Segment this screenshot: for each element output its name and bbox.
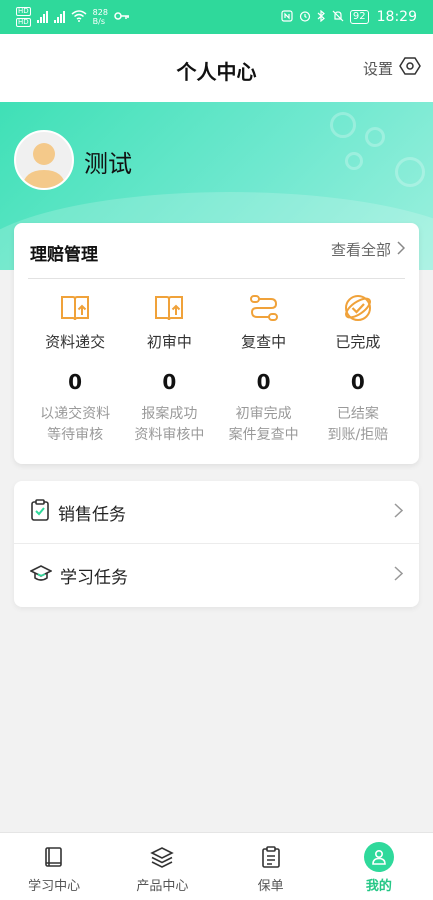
alarm-icon (299, 10, 311, 25)
active-indicator (363, 842, 394, 872)
claim-item-recheck[interactable]: 复查中 0 初审完成 案件复查中 (217, 291, 311, 446)
claim-desc-line2: 到账/拒赔 (327, 427, 389, 443)
view-all-label: 查看全部 (330, 241, 391, 259)
hero-decoration (365, 127, 385, 147)
settings-button[interactable]: 设置 (363, 56, 421, 80)
sim1-badge: HD (16, 7, 31, 16)
task-list: 销售任务 学习任务 (14, 481, 419, 607)
sim-indicators: HD HD (16, 7, 31, 27)
hero-decoration (395, 157, 425, 187)
sim2-badge: HD (16, 18, 31, 27)
claim-desc: 初审完成 案件复查中 (217, 404, 311, 446)
hero-decoration (345, 152, 363, 170)
divider (28, 278, 405, 279)
claim-desc-line1: 已结案 (336, 406, 379, 422)
book-review-icon (122, 291, 216, 325)
list-item-learning-task[interactable]: 学习任务 (14, 544, 419, 607)
user-icon (363, 842, 394, 872)
status-left: HD HD 828 B/s (16, 7, 130, 27)
book-icon (43, 843, 65, 871)
claim-desc-line2: 资料审核中 (134, 427, 205, 443)
nav-item-policy[interactable]: 保单 (217, 833, 325, 900)
view-all-link[interactable]: 查看全部 (330, 239, 406, 260)
claims-grid: 资料递交 0 以递交资料 等待审核 初审中 0 报案成功 资料审核中 复查中 0 (28, 291, 405, 446)
app-header: 个人中心 设置 (0, 34, 433, 102)
status-right: 92 18:29 (281, 9, 417, 25)
status-time: 18:29 (376, 9, 417, 25)
status-bar: HD HD 828 B/s 92 18:29 (0, 0, 433, 34)
claim-label: 已完成 (335, 333, 381, 351)
mute-icon (332, 10, 344, 25)
claim-count: 0 (256, 370, 271, 394)
nav-item-mine[interactable]: 我的 (325, 833, 433, 900)
list-item-sales-task[interactable]: 销售任务 (14, 481, 419, 544)
clipboard-check-icon (30, 499, 50, 525)
bottom-nav: 学习中心 产品中心 保单 我的 (0, 832, 433, 900)
task-label: 学习任务 (60, 568, 128, 588)
net-speed: 828 B/s (93, 8, 108, 26)
nav-label: 保单 (257, 879, 284, 894)
signal-icon-2 (53, 11, 65, 23)
gear-icon (399, 56, 421, 80)
username: 测试 (84, 150, 132, 178)
claim-desc-line1: 以递交资料 (40, 406, 111, 422)
user-avatar-icon (22, 143, 66, 188)
claim-item-initial-review[interactable]: 初审中 0 报案成功 资料审核中 (122, 291, 216, 446)
claim-item-submit[interactable]: 资料递交 0 以递交资料 等待审核 (28, 291, 122, 446)
nav-label: 我的 (365, 879, 392, 894)
claims-card: 理赔管理 查看全部 资料递交 0 以递交资料 等待审核 初审中 0 报案成功 资… (14, 223, 419, 464)
claims-title: 理赔管理 (30, 245, 98, 265)
task-label: 销售任务 (58, 504, 126, 525)
nav-label: 学习中心 (28, 879, 81, 894)
claim-desc: 已结案 到账/拒赔 (311, 404, 405, 446)
nav-item-learning-center[interactable]: 学习中心 (0, 833, 108, 900)
route-icon (217, 291, 311, 325)
battery-indicator: 92 (349, 10, 369, 24)
claim-desc-line2: 等待审核 (47, 427, 104, 443)
claim-desc: 以递交资料 等待审核 (28, 404, 122, 446)
bluetooth-icon (317, 9, 326, 25)
document-icon (260, 843, 282, 871)
claim-count: 0 (68, 370, 83, 394)
wifi-icon (71, 9, 87, 25)
chevron-right-icon (397, 240, 406, 259)
claim-label: 资料递交 (45, 333, 106, 351)
net-speed-value: 828 (92, 8, 108, 17)
claim-desc: 报案成功 资料审核中 (122, 404, 216, 446)
chevron-right-icon (394, 566, 404, 585)
claim-desc-line1: 报案成功 (141, 406, 198, 422)
avatar[interactable] (14, 130, 74, 190)
nav-label: 产品中心 (136, 879, 189, 894)
settings-label: 设置 (362, 59, 393, 78)
chevron-right-icon (394, 502, 404, 522)
claim-item-completed[interactable]: 已完成 0 已结案 到账/拒赔 (311, 291, 405, 446)
claim-desc-line1: 初审完成 (235, 406, 292, 422)
book-upload-icon (28, 291, 122, 325)
claim-count: 0 (350, 370, 365, 394)
layers-icon (150, 843, 175, 871)
signal-icon (36, 11, 48, 23)
claim-desc-line2: 案件复查中 (228, 427, 299, 443)
nav-item-product-center[interactable]: 产品中心 (108, 833, 216, 900)
claim-label: 复查中 (241, 333, 287, 351)
graduation-cap-icon (29, 564, 53, 587)
net-speed-unit: B/s (92, 17, 106, 26)
claim-count: 0 (162, 370, 177, 394)
hero-decoration (330, 112, 356, 138)
claim-label: 初审中 (146, 333, 192, 351)
key-icon (114, 11, 130, 24)
nfc-icon (281, 9, 293, 25)
completed-badge-icon (311, 291, 405, 325)
